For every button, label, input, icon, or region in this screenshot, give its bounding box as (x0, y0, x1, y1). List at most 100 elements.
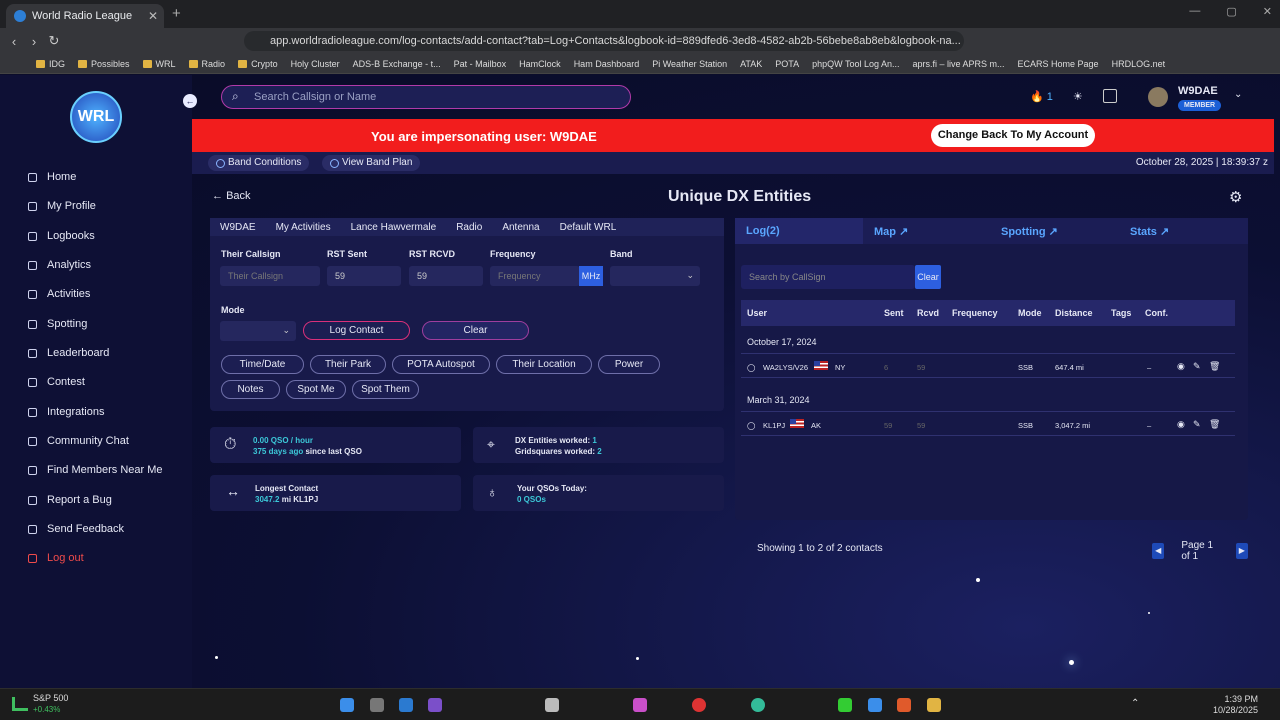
ticker-name[interactable]: S&P 500 (33, 693, 68, 703)
url-field[interactable]: app.worldradioleague.com/log-contacts/ad… (244, 31, 964, 51)
sidebar-item-send-feedback[interactable]: Send Feedback (28, 523, 124, 535)
start-icon[interactable] (340, 698, 354, 712)
bookmark-item[interactable]: WRL (142, 59, 176, 69)
next-page-button[interactable]: ▶ (1235, 543, 1248, 559)
rst-rcvd-input[interactable]: 59 (409, 266, 483, 286)
sidebar-item-logbooks[interactable]: Logbooks (28, 230, 95, 242)
sidebar-item-community-chat[interactable]: Community Chat (28, 435, 129, 447)
their-park-button[interactable]: Their Park (310, 355, 386, 374)
bookmark-item[interactable]: phpQW Tool Log An... (812, 59, 899, 69)
band-conditions-button[interactable]: Band Conditions (208, 155, 310, 171)
view-band-plan-button[interactable]: View Band Plan (322, 155, 421, 171)
reload-icon[interactable]: ↻ (44, 33, 64, 49)
user-menu[interactable]: W9DAE MEMBER ⌄ (1148, 83, 1248, 113)
tab-spotting[interactable]: Spotting ↗ (1001, 225, 1058, 238)
visual-studio-icon[interactable] (428, 698, 442, 712)
system-clock[interactable]: 1:39 PM 10/28/2025 (1213, 694, 1258, 716)
mode-select[interactable]: ⌄ (220, 321, 296, 341)
edit-icon[interactable]: ✎ (1193, 419, 1201, 430)
trash-icon[interactable]: 🗑 (1209, 361, 1220, 372)
app-icon[interactable] (633, 698, 647, 712)
close-window-icon[interactable]: ✕ (1263, 5, 1272, 18)
back-button[interactable]: ← Back (212, 190, 251, 202)
bookmark-item[interactable]: HRDLOG.net (1112, 59, 1166, 69)
crumb-antenna[interactable]: Antenna (502, 222, 539, 236)
wrl-logo[interactable]: WRL (70, 91, 122, 143)
callsign-search-input[interactable]: ⌕ Search Callsign or Name (221, 85, 631, 109)
prev-page-button[interactable]: ◀ (1152, 543, 1165, 559)
vscode-icon[interactable] (399, 698, 413, 712)
fullscreen-icon[interactable] (1102, 89, 1117, 103)
app-icon[interactable] (751, 698, 765, 712)
eye-icon[interactable]: ◉ (1177, 419, 1185, 430)
gear-icon[interactable]: ⚙ (1229, 188, 1242, 206)
bookmark-item[interactable]: Pi Weather Station (652, 59, 727, 69)
sidebar-item-contest[interactable]: Contest (28, 376, 85, 388)
table-row[interactable]: ◯ KL1PJ AK 59 59 SSB 3,047.2 mi – ◉ ✎ 🗑 (741, 412, 1235, 436)
app-icon[interactable] (838, 698, 852, 712)
spot-them-button[interactable]: Spot Them (352, 380, 419, 399)
close-tab-icon[interactable]: ✕ (148, 9, 158, 23)
table-row[interactable]: ◯ WA2LYS/V26 NY 6 59 SSB 647.4 mi – ◉ ✎ … (741, 354, 1235, 378)
change-back-button[interactable]: Change Back To My Account (931, 124, 1095, 147)
bookmark-item[interactable]: Radio (188, 59, 225, 69)
crumb-callsign[interactable]: W9DAE (220, 222, 256, 236)
spot-me-button[interactable]: Spot Me (286, 380, 346, 399)
task-view-icon[interactable] (370, 698, 384, 712)
bookmark-item[interactable]: ECARS Home Page (1018, 59, 1099, 69)
tab-stats[interactable]: Stats ↗ (1130, 225, 1169, 238)
bookmark-item[interactable]: HamClock (519, 59, 561, 69)
bookmark-item[interactable]: ATAK (740, 59, 762, 69)
sidebar-item-home[interactable]: Home (28, 171, 76, 183)
callsign-filter-input[interactable]: Search by CallSign (741, 265, 915, 289)
crumb-radio[interactable]: Radio (456, 222, 482, 236)
bookmark-item[interactable]: aprs.fi – live APRS m... (913, 59, 1005, 69)
sidebar-item-leaderboard[interactable]: Leaderboard (28, 347, 109, 359)
power-button[interactable]: Power (598, 355, 660, 374)
pota-autospot-button[interactable]: POTA Autospot (392, 355, 490, 374)
filter-clear-button[interactable]: Clear (915, 265, 941, 289)
tab-map[interactable]: Map ↗ (874, 225, 908, 238)
bookmark-item[interactable]: IDG (36, 59, 65, 69)
log-contact-button[interactable]: Log Contact (303, 321, 410, 340)
sidebar-item-integrations[interactable]: Integrations (28, 406, 104, 418)
sidebar-item-analytics[interactable]: Analytics (28, 259, 91, 271)
rst-sent-input[interactable]: 59 (327, 266, 401, 286)
trash-icon[interactable]: 🗑 (1209, 419, 1220, 430)
eye-icon[interactable]: ◉ (1177, 361, 1185, 372)
sidebar-item-report-bug[interactable]: Report a Bug (28, 494, 112, 506)
browser-tab[interactable]: World Radio League ✕ (6, 4, 164, 28)
bookmark-item[interactable]: Possibles (78, 59, 130, 69)
maximize-icon[interactable]: ▢ (1226, 5, 1236, 18)
app-icon[interactable] (868, 698, 882, 712)
time-date-button[interactable]: Time/Date (221, 355, 304, 374)
folder-icon[interactable] (927, 698, 941, 712)
chevron-up-icon[interactable]: ⌃ (1131, 698, 1139, 709)
sidebar-item-find-members[interactable]: Find Members Near Me (28, 464, 163, 476)
their-callsign-input[interactable]: Their Callsign (220, 266, 320, 286)
bookmark-item[interactable]: POTA (775, 59, 799, 69)
sidebar-item-spotting[interactable]: Spotting (28, 318, 87, 330)
bookmark-item[interactable]: Pat - Mailbox (454, 59, 507, 69)
app-icon[interactable] (545, 698, 559, 712)
new-tab-icon[interactable]: + (172, 5, 181, 22)
crumb-default[interactable]: Default WRL (560, 222, 617, 236)
frequency-input[interactable]: Frequency (490, 266, 580, 286)
bookmark-item[interactable]: Holy Cluster (291, 59, 340, 69)
theme-toggle-icon[interactable]: ☀ (1073, 90, 1083, 103)
minimize-icon[interactable]: — (1189, 5, 1200, 18)
bookmark-item[interactable]: Ham Dashboard (574, 59, 640, 69)
app-icon[interactable] (692, 698, 706, 712)
edit-icon[interactable]: ✎ (1193, 361, 1201, 372)
bookmark-item[interactable]: Crypto (238, 59, 278, 69)
forward-nav-icon[interactable]: › (24, 34, 44, 49)
clear-button[interactable]: Clear (422, 321, 529, 340)
tab-log[interactable]: Log(2) (746, 225, 780, 237)
notification-button[interactable]: 🔥 1 (1030, 90, 1053, 103)
back-nav-icon[interactable]: ‹ (4, 34, 24, 49)
sidebar-item-my-profile[interactable]: My Profile (28, 200, 96, 212)
brave-icon[interactable] (897, 698, 911, 712)
sidebar-item-activities[interactable]: Activities (28, 288, 90, 300)
their-location-button[interactable]: Their Location (496, 355, 592, 374)
collapse-sidebar-button[interactable]: ← (183, 94, 197, 108)
